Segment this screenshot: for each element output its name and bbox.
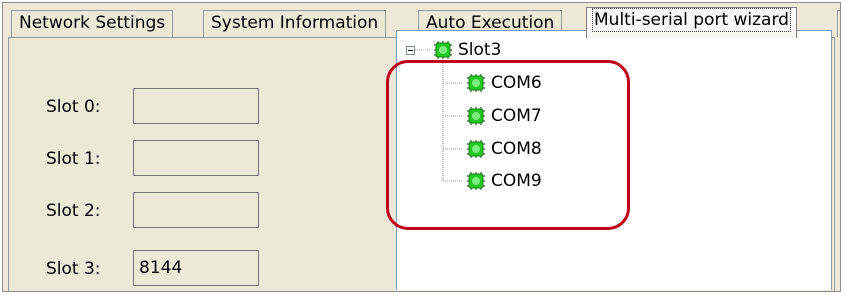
tab-system-information[interactable]: System Information [203, 10, 387, 37]
tab-label: Network Settings [19, 13, 166, 33]
collapse-toggle-icon[interactable] [406, 46, 415, 55]
slot-2-label: Slot 2: [46, 201, 101, 221]
slot-2-field[interactable] [133, 192, 259, 228]
tab-label: Multi-serial port wizard [592, 8, 791, 32]
slot-1-field[interactable] [133, 140, 259, 176]
tab-overflow[interactable] [837, 10, 840, 37]
slot-3-label: Slot 3: [46, 259, 101, 279]
slot-1-label: Slot 1: [46, 149, 101, 169]
tab-network-settings[interactable]: Network Settings [11, 10, 174, 37]
annotation-highlight-rectangle [386, 60, 630, 230]
slot-0-field[interactable] [133, 88, 259, 124]
chip-icon [434, 41, 452, 59]
slot-3-field[interactable]: 8144 [133, 250, 259, 286]
slot-0-label: Slot 0: [46, 97, 101, 117]
tab-multi-serial-port-wizard[interactable]: Multi-serial port wizard [586, 7, 797, 38]
tab-label: System Information [211, 13, 379, 33]
tree-node-label: Slot3 [458, 40, 502, 60]
dialog-frame: Network Settings System Information Auto… [2, 2, 841, 292]
